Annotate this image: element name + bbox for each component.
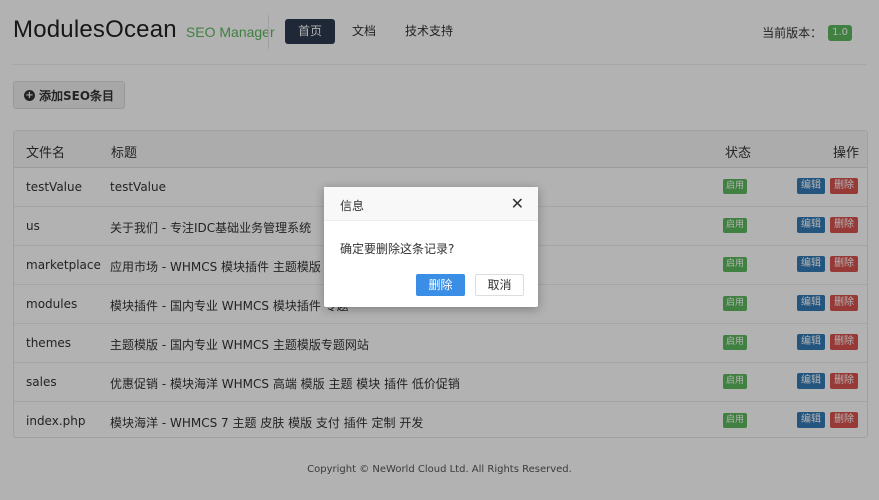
- close-icon[interactable]: ✕: [511, 196, 524, 212]
- dialog-message: 确定要删除这条记录?: [340, 242, 455, 256]
- confirm-delete-button[interactable]: 删除: [416, 274, 465, 296]
- cancel-button[interactable]: 取消: [475, 274, 524, 296]
- dialog-title: 信息: [340, 199, 365, 213]
- confirm-dialog: 信息 ✕ 确定要删除这条记录? 删除 取消: [324, 187, 538, 307]
- page: ModulesOcean SEO Manager 首页 文档 技术支持 当前版本…: [0, 0, 879, 500]
- dialog-header: 信息 ✕: [324, 187, 538, 221]
